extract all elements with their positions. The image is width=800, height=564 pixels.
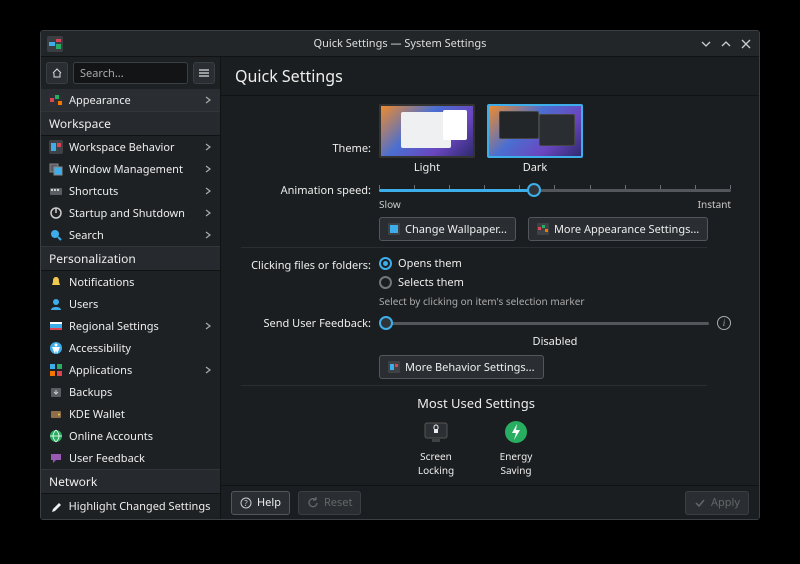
theme-label: Theme:: [221, 123, 379, 156]
dialog-footer: ? Help Reset Apply: [221, 485, 759, 519]
content-area: Quick Settings Theme: Light Dark: [221, 57, 759, 519]
help-button[interactable]: ? Help: [231, 491, 290, 515]
chevron-right-icon: [204, 187, 212, 195]
feedback-label: Send User Feedback:: [221, 314, 379, 331]
sidebar-list: AppearanceWorkspaceWorkspace BehaviorWin…: [41, 89, 220, 493]
app-icon: [47, 36, 63, 52]
appearance-icon: [49, 93, 63, 107]
appearance-icon: [537, 223, 549, 235]
help-icon: ?: [240, 497, 252, 509]
svg-text:?: ?: [244, 498, 248, 509]
online-accounts-icon: [49, 429, 63, 443]
chevron-right-icon: [204, 143, 212, 151]
more-behavior-button[interactable]: More Behavior Settings...: [379, 355, 544, 379]
user-feedback-icon: [49, 451, 63, 465]
most-used-title: Most Used Settings: [221, 394, 731, 412]
sidebar-item-kde-wallet[interactable]: KDE Wallet: [41, 403, 220, 425]
sidebar-item-window-management[interactable]: Window Management: [41, 158, 220, 180]
sidebar-item-startup-and-shutdown[interactable]: Startup and Shutdown: [41, 202, 220, 224]
behavior-icon: [388, 361, 400, 373]
sidebar-item-appearance[interactable]: Appearance: [41, 89, 220, 111]
shortcuts-icon: [49, 184, 63, 198]
sidebar-item-workspace-behavior[interactable]: Workspace Behavior: [41, 136, 220, 158]
workspace-behavior-icon: [49, 140, 63, 154]
animation-speed-label: Animation speed:: [221, 181, 379, 198]
chevron-right-icon: [204, 322, 212, 330]
most-used-screen-locking[interactable]: Screen Locking: [411, 418, 461, 477]
slider-slow-label: Slow: [379, 197, 401, 211]
radio-icon: [379, 257, 392, 270]
radio-opens[interactable]: Opens them: [379, 256, 731, 271]
energy-saving-icon: [502, 418, 530, 446]
chevron-right-icon: [204, 165, 212, 173]
accessibility-icon: [49, 341, 63, 355]
sidebar-section-personalization: Personalization: [41, 246, 220, 271]
most-used-energy-saving[interactable]: Energy Saving: [491, 418, 541, 477]
chevron-right-icon: [204, 366, 212, 374]
feedback-slider[interactable]: [379, 314, 709, 332]
selection-hint: Select by clicking on item's selection m…: [379, 294, 731, 308]
close-button[interactable]: [737, 35, 755, 53]
regional-settings-icon: [49, 319, 63, 333]
highlight-changed-button[interactable]: Highlight Changed Settings: [41, 493, 220, 519]
more-appearance-button[interactable]: More Appearance Settings...: [528, 217, 708, 241]
screen-locking-icon: [422, 418, 450, 446]
reset-icon: [307, 497, 319, 509]
startup-and-shutdown-icon: [49, 206, 63, 220]
sidebar-item-user-feedback[interactable]: User Feedback: [41, 447, 220, 469]
window-title: Quick Settings — System Settings: [314, 36, 487, 51]
menu-button[interactable]: [193, 62, 215, 84]
chevron-right-icon: [204, 209, 212, 217]
maximize-button[interactable]: [717, 35, 735, 53]
search-icon: [49, 228, 63, 242]
settings-window: Quick Settings — System Settings Search.…: [40, 30, 760, 520]
chevron-right-icon: [204, 96, 212, 104]
radio-selects[interactable]: Selects them: [379, 275, 731, 290]
apply-button[interactable]: Apply: [685, 491, 749, 515]
sidebar-item-notifications[interactable]: Notifications: [41, 271, 220, 293]
backups-icon: [49, 385, 63, 399]
animation-speed-slider[interactable]: [379, 181, 731, 199]
wallpaper-icon: [388, 223, 400, 235]
sidebar-section-network: Network: [41, 469, 220, 493]
theme-option-light[interactable]: Light: [379, 104, 475, 175]
applications-icon: [49, 363, 63, 377]
info-icon[interactable]: i: [717, 316, 731, 330]
home-button[interactable]: [46, 62, 68, 84]
clicking-files-label: Clicking files or folders:: [221, 256, 379, 273]
titlebar[interactable]: Quick Settings — System Settings: [41, 31, 759, 57]
radio-icon: [379, 276, 392, 289]
sidebar-item-applications[interactable]: Applications: [41, 359, 220, 381]
window-management-icon: [49, 162, 63, 176]
page-title: Quick Settings: [221, 57, 759, 96]
sidebar-item-online-accounts[interactable]: Online Accounts: [41, 425, 220, 447]
search-input[interactable]: Search...: [73, 62, 188, 84]
chevron-right-icon: [204, 231, 212, 239]
minimize-button[interactable]: [697, 35, 715, 53]
sidebar-item-backups[interactable]: Backups: [41, 381, 220, 403]
reset-button[interactable]: Reset: [298, 491, 362, 515]
check-icon: [694, 497, 706, 509]
slider-instant-label: Instant: [698, 197, 731, 211]
sidebar-section-workspace: Workspace: [41, 111, 220, 136]
change-wallpaper-button[interactable]: Change Wallpaper...: [379, 217, 516, 241]
sidebar-item-accessibility[interactable]: Accessibility: [41, 337, 220, 359]
sidebar-item-shortcuts[interactable]: Shortcuts: [41, 180, 220, 202]
notifications-icon: [49, 275, 63, 289]
theme-option-dark[interactable]: Dark: [487, 104, 583, 175]
users-icon: [49, 297, 63, 311]
sidebar-item-regional-settings[interactable]: Regional Settings: [41, 315, 220, 337]
sidebar-item-search[interactable]: Search: [41, 224, 220, 246]
kde-wallet-icon: [49, 407, 63, 421]
sidebar: Search... AppearanceWorkspaceWorkspace B…: [41, 57, 221, 519]
pencil-icon: [51, 501, 63, 513]
feedback-status: Disabled: [379, 334, 731, 349]
sidebar-item-users[interactable]: Users: [41, 293, 220, 315]
